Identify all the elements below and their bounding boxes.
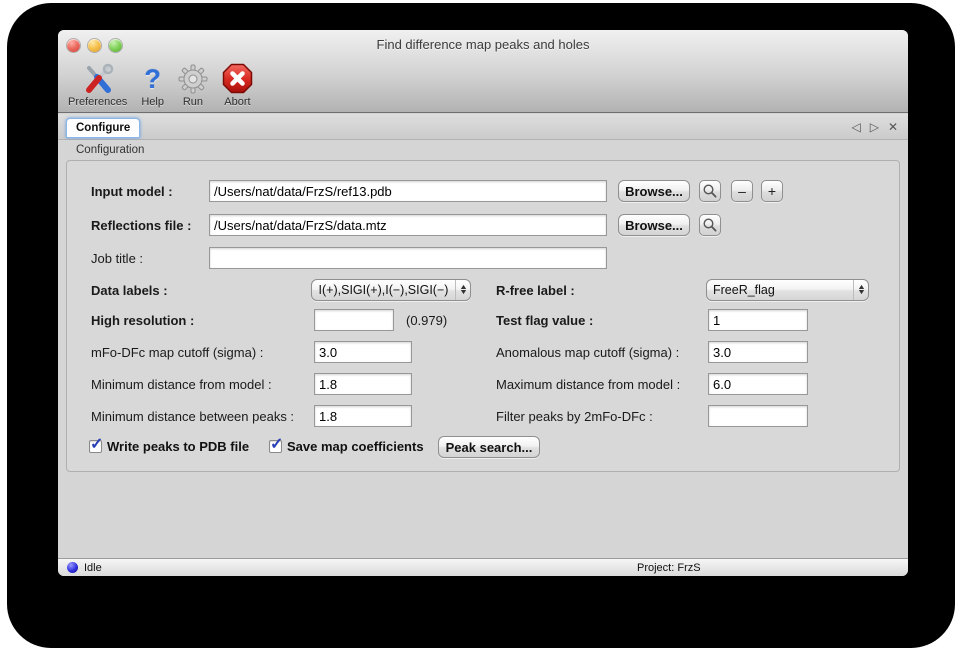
input-model-remove-button[interactable]: – — [731, 180, 753, 202]
min-distance-model-field[interactable] — [314, 373, 412, 395]
max-distance-model-label: Maximum distance from model : — [496, 377, 680, 392]
abort-label: Abort — [224, 96, 250, 108]
test-flag-field[interactable] — [708, 309, 808, 331]
help-label: Help — [141, 96, 164, 108]
checkmark-icon: ✓ — [270, 434, 283, 454]
preferences-label: Preferences — [68, 96, 127, 108]
reflections-browse-button[interactable]: Browse... — [618, 214, 690, 236]
minus-icon: – — [738, 183, 746, 199]
status-text: Idle — [84, 562, 102, 574]
run-label: Run — [183, 96, 203, 108]
title-bar: Find difference map peaks and holes — [58, 30, 908, 58]
data-labels-label: Data labels : — [91, 283, 168, 298]
input-model-browse-button[interactable]: Browse... — [618, 180, 690, 202]
main-content: Configuration Input model : Browse... – … — [58, 140, 908, 558]
project-label: Project: FrzS — [637, 562, 701, 574]
input-model-label: Input model : — [91, 184, 173, 199]
peak-search-button[interactable]: Peak search... — [438, 436, 540, 458]
configuration-groupbox: Input model : Browse... – + Reflections … — [66, 160, 900, 472]
gear-icon — [178, 62, 208, 95]
high-resolution-field[interactable] — [314, 309, 394, 331]
job-title-field[interactable] — [209, 247, 607, 269]
job-title-label: Job title : — [91, 251, 143, 266]
tab-bar: Configure ◁ ▷ ✕ — [58, 114, 908, 140]
high-resolution-label: High resolution : — [91, 313, 194, 328]
tools-icon — [81, 62, 115, 95]
status-led-icon — [67, 562, 78, 573]
min-distance-model-label: Minimum distance from model : — [91, 377, 272, 392]
tab-prev-icon[interactable]: ◁ — [851, 120, 860, 134]
reflections-file-field[interactable] — [209, 214, 607, 236]
input-model-field[interactable] — [209, 180, 607, 202]
write-peaks-checkbox[interactable]: ✓ Write peaks to PDB file — [89, 439, 249, 454]
test-flag-label: Test flag value : — [496, 313, 593, 328]
abort-button[interactable]: Abort — [222, 62, 253, 110]
rfree-label-value: FreeR_flag — [707, 283, 853, 297]
filter-peaks-field[interactable] — [708, 405, 808, 427]
abort-stop-icon — [222, 62, 253, 95]
tab-configure-label: Configure — [76, 122, 130, 134]
data-labels-select[interactable]: I(+),SIGI(+),I(−),SIGI(−) ▲▼ — [311, 279, 471, 301]
min-distance-peaks-field[interactable] — [314, 405, 412, 427]
filter-peaks-label: Filter peaks by 2mFo-DFc : — [496, 409, 653, 424]
help-icon: ? — [144, 62, 161, 95]
data-labels-value: I(+),SIGI(+),I(−),SIGI(−) — [312, 283, 455, 297]
app-window: Find difference map peaks and holes Pref… — [58, 30, 908, 576]
magnifier-icon — [702, 217, 718, 233]
tab-navigation: ◁ ▷ ✕ — [851, 114, 898, 140]
high-resolution-hint: (0.979) — [406, 313, 447, 328]
save-map-checkbox[interactable]: ✓ Save map coefficients — [269, 439, 424, 454]
checkbox-icon: ✓ — [269, 440, 282, 453]
reflections-file-label: Reflections file : — [91, 218, 191, 233]
preferences-button[interactable]: Preferences — [68, 62, 127, 110]
window-title: Find difference map peaks and holes — [58, 37, 908, 52]
max-distance-model-field[interactable] — [708, 373, 808, 395]
rfree-label-label: R-free label : — [496, 283, 575, 298]
rfree-label-select[interactable]: FreeR_flag ▲▼ — [706, 279, 869, 301]
plus-icon: + — [768, 183, 776, 199]
window-chrome: Find difference map peaks and holes Pref… — [58, 30, 908, 113]
anomalous-cutoff-field[interactable] — [708, 341, 808, 363]
anomalous-cutoff-label: Anomalous map cutoff (sigma) : — [496, 345, 679, 360]
mfo-dfc-cutoff-field[interactable] — [314, 341, 412, 363]
min-distance-peaks-label: Minimum distance between peaks : — [91, 409, 294, 424]
magnifier-icon — [702, 183, 718, 199]
stepper-arrows-icon: ▲▼ — [455, 280, 470, 300]
input-model-view-button[interactable] — [699, 180, 721, 202]
checkmark-icon: ✓ — [90, 434, 103, 454]
stepper-arrows-icon: ▲▼ — [853, 280, 868, 300]
status-bar: Idle Project: FrzS — [58, 558, 908, 576]
help-button[interactable]: ? Help — [141, 62, 164, 110]
tab-next-icon[interactable]: ▷ — [870, 120, 879, 134]
save-map-label: Save map coefficients — [287, 439, 424, 454]
write-peaks-label: Write peaks to PDB file — [107, 439, 249, 454]
tab-configure[interactable]: Configure — [66, 118, 140, 138]
mfo-dfc-cutoff-label: mFo-DFc map cutoff (sigma) : — [91, 345, 263, 360]
input-model-add-button[interactable]: + — [761, 180, 783, 202]
run-button[interactable]: Run — [178, 62, 208, 110]
toolbar: Preferences ? Help — [68, 58, 253, 110]
tab-close-icon[interactable]: ✕ — [888, 120, 898, 134]
reflections-view-button[interactable] — [699, 214, 721, 236]
section-title: Configuration — [76, 144, 144, 156]
checkbox-icon: ✓ — [89, 440, 102, 453]
